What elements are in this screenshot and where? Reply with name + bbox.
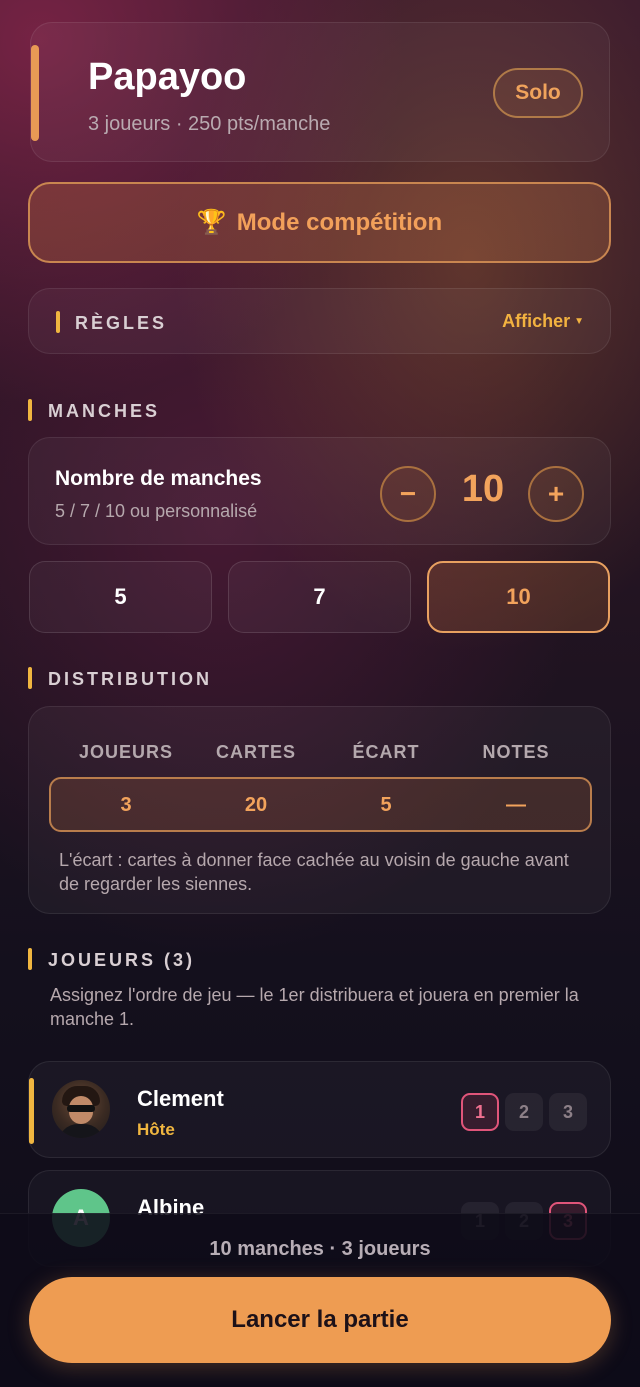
section-marker bbox=[28, 399, 32, 421]
game-summary: 10 manches · 3 joueurs bbox=[209, 1238, 431, 1260]
bottom-action-bar: 10 manches · 3 joueurs Lancer la partie bbox=[0, 1213, 640, 1387]
section-marker bbox=[56, 311, 60, 333]
increment-rounds-button[interactable]: + bbox=[528, 466, 584, 522]
column-header-cards: CARTES bbox=[215, 742, 296, 762]
column-header-players: JOUEURS bbox=[78, 742, 174, 762]
order-chip-1[interactable]: 1 bbox=[461, 1093, 499, 1131]
preset-rounds-10[interactable]: 10 bbox=[427, 561, 610, 633]
rounds-value: 10 bbox=[461, 468, 505, 510]
rules-title: RÈGLES bbox=[75, 313, 168, 333]
preset-rounds-5[interactable]: 5 bbox=[29, 561, 212, 633]
solo-mode-badge[interactable]: Solo bbox=[493, 68, 583, 118]
column-header-discard: ÉCART bbox=[352, 742, 420, 762]
players-count-cell: 3 bbox=[120, 794, 132, 816]
rounds-hint: 5 / 7 / 10 ou personnalisé bbox=[55, 501, 258, 521]
game-title: Papayoo bbox=[88, 56, 247, 98]
players-description: Assignez l'ordre de jeu — le 1er distrib… bbox=[50, 985, 579, 1029]
notes-cell: — bbox=[506, 794, 526, 816]
order-chip-2[interactable]: 2 bbox=[505, 1093, 543, 1131]
rounds-label: Nombre de manches bbox=[55, 467, 262, 490]
game-header-card: Papayoo 3 joueurs · 250 pts/manche Solo bbox=[30, 22, 610, 162]
header-accent-bar bbox=[31, 45, 39, 141]
discard-count-cell: 5 bbox=[380, 794, 392, 816]
players-section-title: JOUEURS (3) bbox=[48, 950, 196, 970]
cards-count-cell: 20 bbox=[244, 794, 268, 816]
rules-card: RÈGLES Afficher ▼ bbox=[28, 288, 611, 354]
distribution-card: JOUEURS CARTES ÉCART NOTES 3 20 5 — L'éc… bbox=[28, 706, 611, 914]
player-card[interactable]: Clement Hôte 1 2 3 bbox=[28, 1061, 611, 1158]
decrement-rounds-button[interactable]: − bbox=[380, 466, 436, 522]
player-name: Clement bbox=[137, 1086, 224, 1111]
host-badge: Hôte bbox=[137, 1120, 175, 1139]
competition-mode-label: Mode compétition bbox=[236, 208, 443, 236]
column-header-notes: NOTES bbox=[482, 742, 550, 762]
distribution-section-title: DISTRIBUTION bbox=[48, 669, 212, 689]
distribution-row: 3 20 5 — bbox=[49, 777, 592, 832]
trophy-icon: 🏆 bbox=[196, 209, 227, 236]
discard-explanation: L'écart : cartes à donner face cachée au… bbox=[59, 850, 569, 894]
avatar bbox=[52, 1080, 110, 1138]
preset-rounds-7[interactable]: 7 bbox=[228, 561, 411, 633]
show-rules-button[interactable]: Afficher ▼ bbox=[502, 311, 584, 332]
player-accent-bar bbox=[29, 1078, 34, 1144]
launch-game-button[interactable]: Lancer la partie bbox=[29, 1277, 611, 1363]
rounds-card: Nombre de manches 5 / 7 / 10 ou personna… bbox=[28, 437, 611, 545]
game-subtitle: 3 joueurs · 250 pts/manche bbox=[88, 113, 331, 135]
section-marker bbox=[28, 948, 32, 970]
order-chip-3[interactable]: 3 bbox=[549, 1093, 587, 1131]
competition-mode-button[interactable]: 🏆 Mode compétition bbox=[28, 182, 611, 263]
section-marker bbox=[28, 667, 32, 689]
rounds-section-title: MANCHES bbox=[48, 401, 161, 421]
show-rules-label: Afficher bbox=[502, 311, 571, 331]
caret-down-icon: ▼ bbox=[574, 316, 584, 327]
